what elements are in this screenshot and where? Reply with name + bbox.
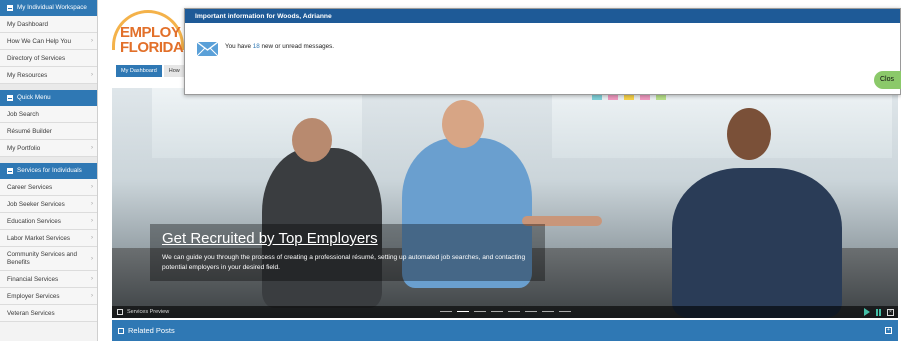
chevron-right-icon: › [91, 293, 93, 299]
carousel-dot[interactable] [542, 311, 554, 312]
sidebar-item-label: How We Can Help You [7, 37, 71, 45]
section-title: Quick Menu [17, 94, 51, 101]
collapse-icon [7, 5, 13, 11]
sidebar-item-career-services[interactable]: Career Services › [0, 179, 97, 196]
sidebar-item-label: My Portfolio [7, 144, 41, 152]
tab-how[interactable]: How [163, 65, 185, 77]
sidebar-item-label: Directory of Services [7, 54, 66, 62]
play-icon[interactable] [864, 308, 870, 316]
sidebar-item-education-services[interactable]: Education Services › [0, 213, 97, 230]
collapse-icon[interactable] [117, 309, 123, 315]
sidebar-item-how-we-can-help[interactable]: How We Can Help You › [0, 33, 97, 50]
sidebar-item-label: Job Search [7, 110, 39, 118]
logo-text-line2: FLORIDA [120, 39, 184, 56]
sidebar-item-job-seeker-services[interactable]: Job Seeker Services › [0, 196, 97, 213]
sidebar-item-label: Employer Services [7, 292, 60, 300]
sidebar-section-services-header[interactable]: Services for Individuals [0, 163, 97, 179]
chevron-right-icon: › [91, 276, 93, 282]
page: My Individual Workspace My Dashboard How… [0, 0, 901, 341]
sidebar-item-my-dashboard[interactable]: My Dashboard [0, 16, 97, 33]
sidebar-item-labor-market-services[interactable]: Labor Market Services › [0, 230, 97, 247]
close-button[interactable]: Clos [874, 71, 901, 89]
section-title: Services for Individuals [17, 167, 82, 174]
dashboard-tabs: My Dashboard How [116, 65, 185, 77]
message-suffix: new or unread messages. [259, 43, 335, 50]
sidebar-item-label: Financial Services [7, 275, 59, 283]
sidebar-item-my-portfolio[interactable]: My Portfolio › [0, 140, 97, 157]
sidebar-item-label: Veteran Services [7, 309, 55, 317]
person-right-head [727, 108, 771, 160]
important-info-dialog: Important information for Woods, Adriann… [184, 8, 901, 95]
collapse-icon [7, 168, 13, 174]
sidebar-item-community-services[interactable]: Community Services and Benefits › [0, 247, 97, 271]
sidebar-item-my-resources[interactable]: My Resources › [0, 67, 97, 84]
envelope-icon [197, 42, 218, 56]
carousel-dot[interactable] [525, 311, 537, 312]
carousel-indicators [440, 311, 571, 312]
carousel-dot[interactable] [491, 311, 503, 312]
sidebar-item-resume-builder[interactable]: Résumé Builder [0, 123, 97, 140]
sidebar-item-financial-services[interactable]: Financial Services › [0, 271, 97, 288]
message-prefix: You have [225, 43, 253, 50]
sidebar-item-label: Education Services [7, 217, 61, 225]
hero-title-link[interactable]: Get Recruited by Top Employers [162, 230, 537, 247]
carousel-dot[interactable] [440, 311, 452, 312]
carousel-dot[interactable] [474, 311, 486, 312]
sidebar-section-workspace-header[interactable]: My Individual Workspace [0, 0, 97, 16]
collapse-icon [7, 95, 13, 101]
sidebar-item-label: Résumé Builder [7, 127, 52, 135]
sidebar-item-veteran-services[interactable]: Veteran Services [0, 305, 97, 322]
carousel-dot[interactable] [559, 311, 571, 312]
expand-icon[interactable]: + [885, 327, 892, 334]
person-center-head [442, 100, 484, 148]
dialog-body: You have 18 new or unread messages. Clos [185, 23, 901, 95]
carousel-playback-controls: × [864, 308, 894, 316]
sidebar-item-label: Community Services and Benefits [7, 250, 77, 266]
chevron-right-icon: › [91, 72, 93, 78]
sidebar-item-employer-services[interactable]: Employer Services › [0, 288, 97, 305]
close-icon[interactable]: × [887, 308, 894, 316]
sidebar-item-label: My Dashboard [7, 20, 48, 28]
chevron-right-icon: › [91, 38, 93, 44]
chevron-right-icon: › [91, 145, 93, 151]
chevron-right-icon: › [91, 184, 93, 190]
carousel-dot[interactable] [508, 311, 520, 312]
employ-florida-logo[interactable]: EMPLOY FLORIDA [112, 10, 184, 56]
unread-messages-text: You have 18 new or unread messages. [225, 43, 334, 50]
sidebar-item-label: Career Services [7, 183, 53, 191]
sidebar-item-label: Job Seeker Services [7, 200, 65, 208]
tab-my-dashboard[interactable]: My Dashboard [116, 65, 162, 77]
chevron-right-icon: › [91, 255, 93, 262]
hero-description: We can guide you through the process of … [162, 254, 526, 271]
collapse-icon[interactable] [118, 327, 124, 334]
sidebar-section-quick-menu-header[interactable]: Quick Menu [0, 90, 97, 106]
sidebar-item-directory-of-services[interactable]: Directory of Services [0, 50, 97, 67]
dialog-title: Important information for Woods, Adriann… [185, 9, 900, 23]
related-posts-title: Related Posts [128, 326, 175, 335]
chevron-right-icon: › [91, 235, 93, 241]
chevron-right-icon: › [91, 201, 93, 207]
chevron-right-icon: › [91, 218, 93, 224]
carousel-dot-active[interactable] [457, 311, 469, 312]
carousel-control-bar: Services Preview [112, 306, 898, 318]
person-right-silhouette [672, 168, 842, 318]
section-title: My Individual Workspace [17, 4, 87, 11]
services-preview-label: Services Preview [127, 309, 170, 315]
sidebar-item-job-search[interactable]: Job Search [0, 106, 97, 123]
sidebar-item-label: My Resources [7, 71, 48, 79]
person-left-head [292, 118, 332, 162]
related-posts-header[interactable]: Related Posts + [112, 320, 898, 341]
message-count[interactable]: 18 [253, 43, 260, 50]
sidebar: My Individual Workspace My Dashboard How… [0, 0, 98, 341]
sidebar-item-label: Labor Market Services [7, 234, 70, 242]
pause-icon[interactable] [876, 308, 881, 316]
hero-caption: Get Recruited by Top Employers We can gu… [150, 224, 545, 281]
background-window [552, 88, 892, 158]
hero-carousel: Get Recruited by Top Employers We can gu… [112, 88, 898, 318]
